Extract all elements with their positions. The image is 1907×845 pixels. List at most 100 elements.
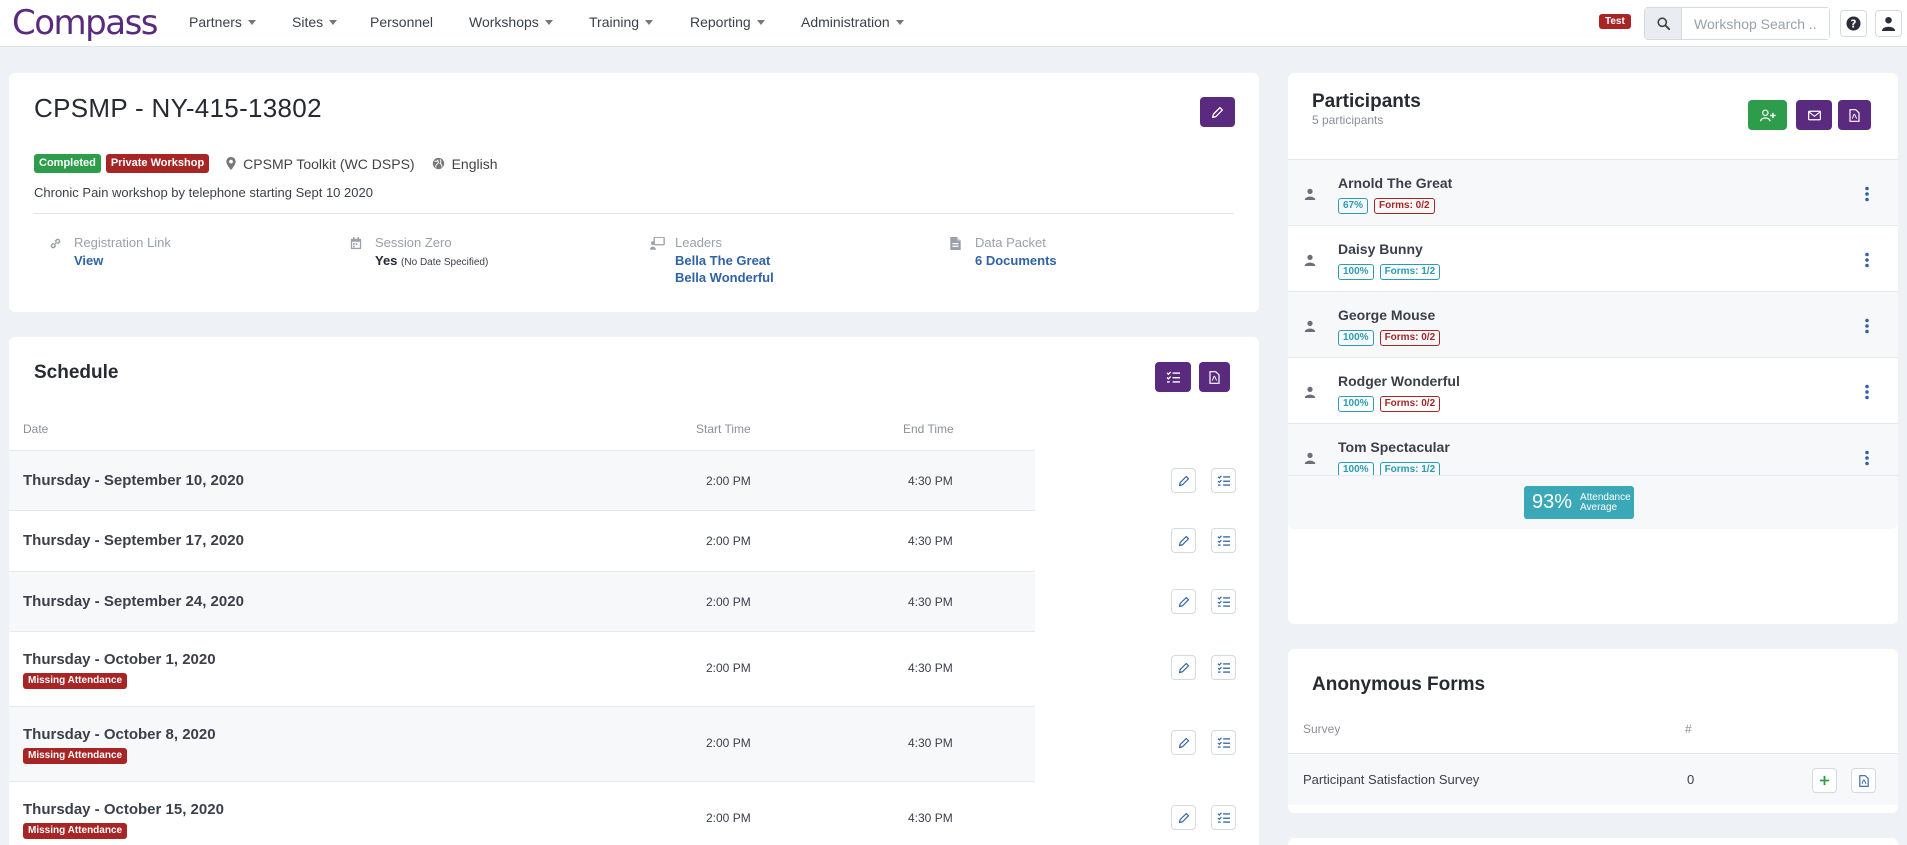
nav-partners[interactable]: Partners [189,14,256,30]
data-packet-link[interactable]: 6 Documents [975,253,1057,268]
nav-training[interactable]: Training [589,14,654,30]
envelope-icon [1807,110,1821,120]
attendance-list-button[interactable] [1155,362,1191,392]
kebab-menu-icon[interactable] [1864,384,1870,400]
pencil-icon [1178,475,1189,486]
user-icon [1881,16,1896,31]
take-attendance-button[interactable] [1211,468,1236,493]
survey-name: Participant Satisfaction Survey [1303,772,1480,787]
edit-session-button[interactable] [1171,805,1196,830]
participant-badges: 100% Forms: 1/2 [1338,264,1441,280]
kebab-menu-icon[interactable] [1864,252,1870,268]
participant-badges: 100% Forms: 0/2 [1338,396,1441,412]
registration-link-section: Registration Link View [49,235,299,295]
session-end-time: 4:30 PM [908,661,953,675]
nav-label: Reporting [690,14,751,30]
nav-workshops[interactable]: Workshops [469,14,553,30]
nav-sites[interactable]: Sites [292,14,338,30]
participant-row[interactable]: Rodger Wonderful 100% Forms: 0/2 [1288,357,1898,423]
nav-label: Personnel [370,14,434,30]
missing-attendance-badge: Missing Attendance [23,748,128,764]
environment-badge: Test [1599,14,1631,29]
help-button[interactable]: ? [1840,10,1867,37]
edit-session-button[interactable] [1171,730,1196,755]
schedule-row: Thursday - September 17, 2020 2:00 PM 4:… [9,510,1236,571]
edit-workshop-button[interactable] [1200,97,1235,127]
compass-logo[interactable]: Compass [12,0,159,46]
take-attendance-button[interactable] [1211,730,1236,755]
session-start-time: 2:00 PM [706,811,751,825]
forms-badge: Forms: 0/2 [1379,330,1441,346]
kebab-menu-icon[interactable] [1864,318,1870,334]
edit-session-button[interactable] [1171,468,1196,493]
chevron-down-icon [247,19,256,25]
attendance-label-line2: Average [1580,501,1618,513]
participants-card: Participants 5 participants Arnold The G… [1288,73,1898,624]
kebab-menu-icon[interactable] [1864,450,1870,466]
nav-administration[interactable]: Administration [801,14,904,30]
chevron-down-icon [645,19,654,25]
session-start-time: 2:00 PM [706,595,751,609]
nav-personnel[interactable]: Personnel [370,14,433,30]
chevron-down-icon [544,19,553,25]
participants-pdf-button[interactable] [1838,100,1871,130]
list-check-icon [1166,370,1180,383]
schedule-row: Thursday - October 1, 2020 Missing Atten… [9,631,1236,706]
take-attendance-button[interactable] [1211,805,1236,830]
edit-session-button[interactable] [1171,589,1196,614]
file-pdf-icon [1858,774,1869,787]
forms-badge: Forms: 0/2 [1374,198,1435,214]
session-zero-note: (No Date Specified) [401,257,489,268]
edit-session-button[interactable] [1171,528,1196,553]
session-date: Thursday - September 10, 2020 [23,472,244,489]
add-participant-button[interactable] [1748,100,1787,130]
leader-link[interactable]: Bella The Great [675,253,770,268]
participant-row[interactable]: George Mouse 100% Forms: 0/2 [1288,291,1898,357]
file-pdf-icon [1849,108,1860,122]
workshop-details-card: CPSMP - NY-415-13802 Completed Private W… [9,73,1259,312]
search-button[interactable] [1645,8,1682,39]
view-survey-pdf-button[interactable] [1851,768,1876,793]
nav-reporting[interactable]: Reporting [690,14,765,30]
participant-name[interactable]: Arnold The Great [1338,175,1452,191]
participant-name[interactable]: Tom Spectacular [1338,439,1450,455]
status-badge: Completed [34,154,101,173]
participants-footer: 93% Attendance Average [1288,475,1898,529]
pencil-icon [1178,737,1189,748]
attendance-average-badge: 93% Attendance Average [1524,486,1634,519]
file-pdf-icon [1209,370,1220,384]
search-input[interactable] [1682,8,1829,39]
leaders-label: Leaders [675,235,722,250]
add-survey-button[interactable] [1812,768,1837,793]
participant-name[interactable]: Rodger Wonderful [1338,373,1460,389]
email-participants-button[interactable] [1796,100,1832,130]
take-attendance-button[interactable] [1211,589,1236,614]
user-menu-button[interactable] [1875,10,1902,37]
link-icon [50,238,61,249]
schedule-pdf-button[interactable] [1199,362,1230,392]
kebab-menu-icon[interactable] [1864,186,1870,202]
session-zero-section: Session Zero Yes (No Date Specified) [350,235,580,295]
participant-name[interactable]: Daisy Bunny [1338,241,1423,257]
take-attendance-button[interactable] [1211,655,1236,680]
leader-link[interactable]: Bella Wonderful [675,270,774,285]
list-check-icon [1217,661,1230,673]
participant-row[interactable]: Daisy Bunny 100% Forms: 1/2 [1288,225,1898,291]
list-check-icon [1217,736,1230,748]
session-start-time: 2:00 PM [706,534,751,548]
attendance-badge: 100% [1338,330,1374,346]
chevron-down-icon [895,19,904,25]
attendance-badge: 100% [1338,264,1374,280]
missing-attendance-badge: Missing Attendance [23,823,128,839]
edit-session-button[interactable] [1171,655,1196,680]
participant-row[interactable]: Arnold The Great 67% Forms: 0/2 [1288,159,1898,225]
participant-name[interactable]: George Mouse [1338,307,1435,323]
user-icon [1304,188,1316,200]
chalkboard-teacher-icon [650,237,665,250]
pencil-icon [1211,106,1224,118]
registration-view-link[interactable]: View [74,253,103,268]
nav-label: Sites [292,14,324,30]
session-date: Thursday - September 17, 2020 [23,532,244,549]
take-attendance-button[interactable] [1211,528,1236,553]
session-start-time: 2:00 PM [706,474,751,488]
